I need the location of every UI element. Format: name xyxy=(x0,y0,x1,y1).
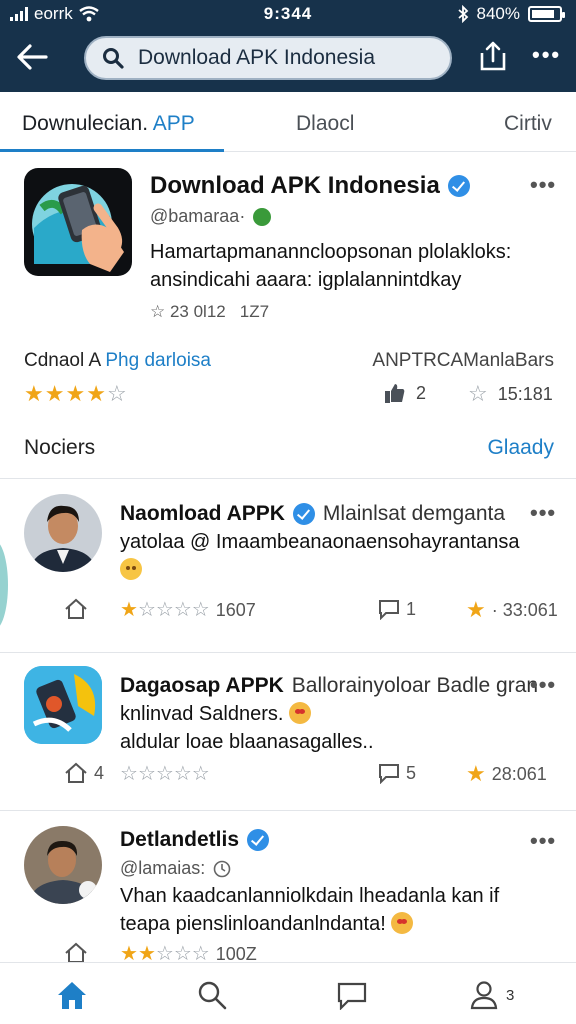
comment-icon xyxy=(379,764,399,784)
star-filled-icon: ★ xyxy=(65,381,86,406)
star-outline-icon: ☆ xyxy=(155,599,174,621)
search-bar[interactable]: Download APK Indonesia xyxy=(84,36,452,80)
favorite-button[interactable]: ★ 28:061 xyxy=(466,762,547,786)
tab-download-app[interactable]: Downulecian. APP xyxy=(22,112,195,136)
heart-eyes-emoji-icon xyxy=(289,702,311,724)
app-description: Hamartapmananncloopsonan plolakloks: ans… xyxy=(150,241,512,291)
heart-eyes-emoji-icon xyxy=(391,912,414,934)
rating-stars: ★ ☆ ☆ ☆ ☆ xyxy=(120,598,210,622)
leaf-badge-icon xyxy=(253,207,272,226)
search-input[interactable]: Download APK Indonesia xyxy=(138,46,375,70)
bottom-navigation: 3 xyxy=(0,962,576,1024)
status-bar: eorrk 9:344 840% xyxy=(0,0,576,28)
post-more-icon[interactable]: ••• xyxy=(530,502,556,524)
battery-icon xyxy=(528,6,565,22)
smile-emoji-icon xyxy=(120,558,142,580)
star-outline-icon: ☆ xyxy=(191,763,210,785)
verified-badge-icon xyxy=(292,503,315,525)
star-outline-icon: ☆ xyxy=(137,599,156,621)
star-outline-icon: ☆ xyxy=(468,381,488,406)
post-actions: 4 ☆ ☆ ☆ ☆ ☆ 5 ★ 28:061 xyxy=(64,762,554,790)
star-filled-icon: ★ xyxy=(86,381,106,406)
app-more-icon[interactable]: ••• xyxy=(530,174,556,196)
home-action-icon[interactable] xyxy=(64,942,88,964)
back-arrow-icon[interactable] xyxy=(16,44,48,70)
tab-second[interactable]: Dlaocl xyxy=(296,112,354,136)
home-icon xyxy=(58,982,86,1009)
post-author: Dagaosap APPK Ballorainyoloar Badle gran xyxy=(120,674,539,697)
star-outline-icon: ☆ xyxy=(137,763,156,785)
verified-badge-icon xyxy=(247,829,270,851)
chat-icon xyxy=(337,982,367,1010)
star-icon: ★ xyxy=(466,597,486,622)
app-meta: ☆ 23 0l12 1Z7 xyxy=(150,302,270,321)
star-outline-icon: ☆ xyxy=(120,763,138,785)
post-more-icon[interactable]: ••• xyxy=(530,674,556,696)
divider xyxy=(0,652,576,653)
app-thumbnail[interactable] xyxy=(24,666,102,744)
bluetooth-icon xyxy=(457,5,468,23)
post-author: Naomload APPK Mlainlsat demganta xyxy=(120,502,506,525)
favorite-button[interactable]: ★ · 33:061 xyxy=(466,598,558,622)
thumbs-up-icon xyxy=(385,384,405,403)
share-icon[interactable] xyxy=(478,40,508,72)
nav-messages[interactable] xyxy=(334,977,370,1013)
post-rating: ★ ☆ ☆ ☆ ☆ 1607 xyxy=(120,598,256,622)
post-more-icon[interactable]: ••• xyxy=(530,830,556,852)
app-title: Download APK Indonesia xyxy=(150,172,470,200)
home-action-icon[interactable] xyxy=(64,598,88,620)
app-favorites[interactable]: ☆ 15:181 xyxy=(468,382,553,406)
section-title: Nociers xyxy=(24,436,96,459)
tab-third[interactable]: Cirtiv xyxy=(504,112,552,136)
battery-percent: 840% xyxy=(476,4,520,23)
profile-count: 3 xyxy=(506,987,515,1004)
star-outline-icon: ☆ xyxy=(173,599,192,621)
star-filled-icon: ★ xyxy=(120,599,138,621)
post-rating: ☆ ☆ ☆ ☆ ☆ xyxy=(120,762,210,786)
star-filled-icon: ★ xyxy=(44,381,65,406)
section-link[interactable]: Glaady xyxy=(487,436,554,460)
home-action-button[interactable]: 4 xyxy=(64,762,104,784)
star-outline-icon: ☆ xyxy=(106,381,127,406)
app-likes[interactable]: 2 xyxy=(384,382,426,404)
divider xyxy=(0,810,576,811)
divider xyxy=(0,478,576,479)
developer-link[interactable]: Phg darloisa xyxy=(105,350,211,371)
comment-icon xyxy=(379,600,399,620)
star-outline-icon: ☆ xyxy=(155,763,174,785)
home-action-icon xyxy=(65,762,87,783)
star-outline-icon: ☆ xyxy=(173,763,192,785)
avatar[interactable] xyxy=(24,826,102,904)
app-header: eorrk 9:344 840% Download APK Indonesia … xyxy=(0,0,576,92)
post-handle: @lamaias: xyxy=(120,858,231,879)
profile-icon xyxy=(470,981,498,1010)
app-rating-stars: ★ ★ ★ ★ ☆ xyxy=(24,382,127,406)
more-options-icon[interactable]: ••• xyxy=(532,44,561,66)
post-text: knlinvad Saldners. aldular loae blaanasa… xyxy=(120,702,374,753)
star-icon: ★ xyxy=(466,761,486,786)
avatar[interactable] xyxy=(24,494,102,572)
post-actions: ★ ☆ ☆ ☆ ☆ 1607 1 ★ · 33:061 xyxy=(64,598,558,626)
search-icon xyxy=(103,48,124,69)
comment-button[interactable]: 1 xyxy=(378,598,416,620)
app-handle: @bamaraa· xyxy=(150,206,272,227)
star-filled-icon: ★ xyxy=(24,381,44,406)
decorative-bubble xyxy=(0,540,8,630)
active-tab-indicator xyxy=(0,149,224,152)
post-text: yatolaa @ Imaambeanaonaensohayrantansa xyxy=(120,528,540,584)
tab-bar: Downulecian. APP Dlaocl Cirtiv xyxy=(0,92,576,152)
star-outline-icon: ☆ xyxy=(191,599,210,621)
search-icon xyxy=(198,981,227,1010)
timer-icon xyxy=(214,860,231,877)
nav-search[interactable] xyxy=(194,977,230,1013)
nav-home[interactable] xyxy=(54,977,90,1013)
nav-profile[interactable] xyxy=(466,977,502,1013)
post-text: Vhan kaadcanlanniolkdain lheadanla kan i… xyxy=(120,885,500,935)
verified-badge-icon xyxy=(447,175,470,197)
rating-stars: ☆ ☆ ☆ ☆ ☆ xyxy=(120,762,210,786)
app-logo xyxy=(24,168,132,276)
post-author: Detlandetlis xyxy=(120,828,270,852)
comment-button[interactable]: 5 xyxy=(378,762,416,784)
